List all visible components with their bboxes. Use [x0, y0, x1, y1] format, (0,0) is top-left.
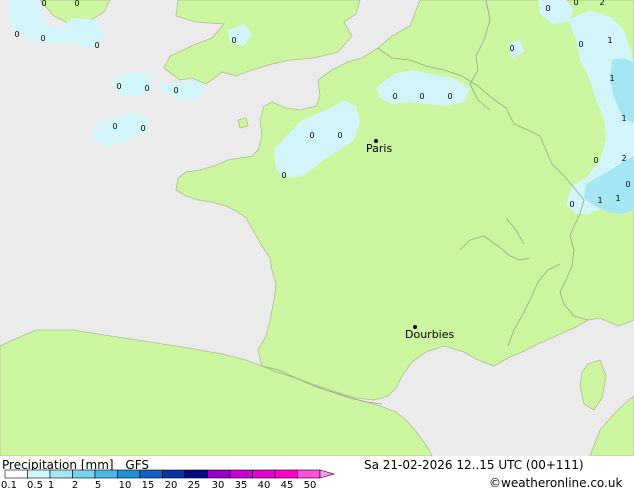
precip-value: 1 — [609, 74, 614, 83]
precip-value: 0 — [14, 30, 19, 39]
precip-value: 0 — [569, 200, 574, 209]
precip-value: 0 — [509, 44, 514, 53]
scale-tick-label: 0.1 — [1, 480, 17, 490]
precipitation-map: ParisDourbies 0 00000 0 00 0000 00 0 0000120110… — [0, 0, 634, 456]
precip-value: 0 — [74, 0, 79, 8]
precip-value: 2 — [621, 154, 626, 163]
precip-value: 0 — [573, 0, 578, 7]
precip-value: 0 — [545, 4, 550, 13]
credit-link[interactable]: ©weatheronline.co.uk — [489, 476, 622, 490]
precip-value: 0 — [41, 0, 46, 8]
scale-swatch — [4, 469, 28, 479]
forecast-datetime: Sa 21-02-2026 12..15 UTC (00+111) — [364, 458, 584, 472]
precip-value: 1 — [607, 36, 612, 45]
scale-tick-label: 35 — [235, 480, 248, 490]
precip-value: 0 — [337, 131, 342, 140]
precip-value: 1 — [621, 114, 626, 123]
scale-tick-label: 40 — [258, 480, 271, 490]
scale-tick-label: 30 — [212, 480, 225, 490]
scale-swatch — [162, 469, 186, 479]
precip-value: 0 — [578, 40, 583, 49]
precip-value: 0 — [447, 92, 452, 101]
scale-tick-label: 10 — [119, 480, 132, 490]
scale-swatch — [184, 469, 208, 479]
scale-swatch — [297, 469, 321, 479]
city-label: Paris — [366, 142, 392, 155]
scale-tick-label: 5 — [95, 480, 101, 490]
scale-swatch — [252, 469, 276, 479]
precip-value: 0 — [419, 92, 424, 101]
scale-swatch — [274, 469, 298, 479]
precip-value: 0 — [144, 84, 149, 93]
precip-value: 1 — [597, 196, 602, 205]
scale-swatch — [207, 469, 231, 479]
scale-swatch — [229, 469, 253, 479]
scale-swatch — [117, 469, 141, 479]
precip-value: 0 — [140, 124, 145, 133]
precip-value: 0 — [173, 86, 178, 95]
scale-tick-label: 25 — [188, 480, 201, 490]
precip-value: 0 — [112, 122, 117, 131]
scale-tick-label: 15 — [142, 480, 155, 490]
precip-value: 0 — [281, 171, 286, 180]
scale-swatch — [27, 469, 51, 479]
precip-value: 0 — [625, 180, 630, 189]
scale-tick-label: 20 — [165, 480, 178, 490]
scale-swatch — [72, 469, 96, 479]
scale-tick-label: 50 — [304, 480, 317, 490]
precip-value: 0 — [94, 41, 99, 50]
color-scale: 0.1 0.5 1 2 5 10 15 20 25 30 35 40 45 50 — [1, 469, 336, 490]
scale-swatch — [49, 469, 73, 479]
precip-value: 0 — [116, 82, 121, 91]
precip-value: 0 — [593, 156, 598, 165]
precip-value: 0 — [231, 36, 236, 45]
precip-value: 1 — [615, 194, 620, 203]
legend-footer: Precipitation [mm] GFS Sa 21-02-2026 12.… — [0, 456, 634, 490]
precip-value: 0 — [40, 34, 45, 43]
city-label: Dourbies — [405, 328, 455, 341]
scale-overflow-arrow — [319, 469, 336, 479]
scale-swatch — [139, 469, 163, 479]
precip-value: 0 — [309, 131, 314, 140]
precip-value: 0 — [392, 92, 397, 101]
scale-tick-label: 1 — [48, 480, 54, 490]
scale-tick-label: 0.5 — [27, 480, 43, 490]
scale-tick-label: 2 — [72, 480, 78, 490]
scale-swatch — [94, 469, 118, 479]
precip-value: 2 — [599, 0, 604, 7]
scale-tick-label: 45 — [281, 480, 294, 490]
land-channel-island — [237, 117, 249, 129]
